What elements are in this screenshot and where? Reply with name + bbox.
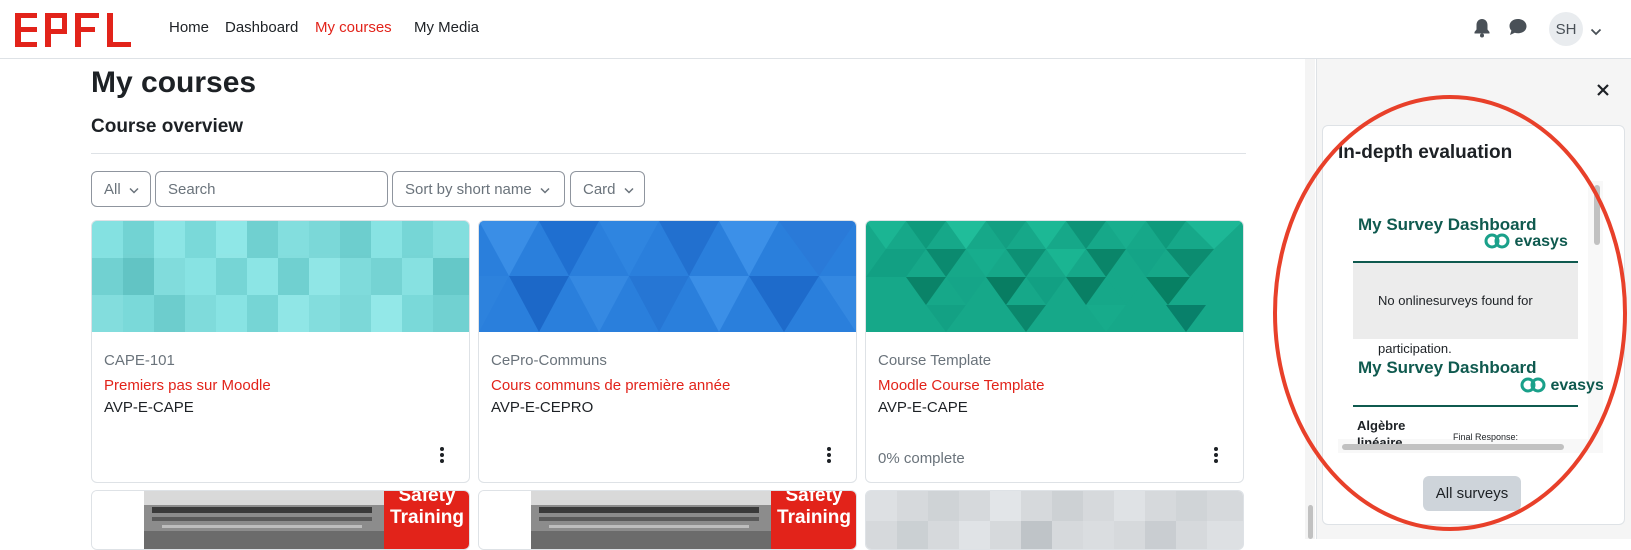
sort-dropdown-label: Sort by short name: [405, 180, 532, 198]
course-card[interactable]: Safety Training: [91, 490, 470, 550]
chevron-down-icon: [129, 181, 139, 198]
chevron-down-icon: [540, 181, 550, 198]
user-avatar[interactable]: SH: [1549, 12, 1583, 46]
block-title: In-depth evaluation: [1338, 142, 1513, 163]
course-image[interactable]: [866, 221, 1243, 332]
kebab-menu-icon[interactable]: [819, 443, 839, 467]
survey-dashboard-title: My Survey Dashboard: [1358, 215, 1537, 234]
chat-icon[interactable]: [1508, 18, 1528, 38]
course-category: AVP-E-CAPE: [104, 399, 194, 416]
top-navbar: Home Dashboard My courses My Media SH: [0, 0, 1631, 59]
user-initials: SH: [1555, 20, 1577, 38]
final-response-label: Final Response:: [1453, 432, 1519, 442]
bell-icon[interactable]: [1473, 18, 1493, 38]
page-scrollbar-thumb[interactable]: [1308, 505, 1313, 539]
badge-line-1: Safety: [398, 490, 456, 506]
view-dropdown[interactable]: Card: [570, 171, 645, 207]
course-card[interactable]: CAPE-101 Premiers pas sur Moodle AVP-E-C…: [91, 220, 470, 483]
badge-line-2: Training: [777, 507, 851, 528]
course-short-name: Course Template: [878, 352, 992, 369]
kebab-menu-icon[interactable]: [432, 443, 452, 467]
empty-message-line-1: No onlinesurveys found for: [1378, 293, 1533, 308]
sort-dropdown[interactable]: Sort by short name: [392, 171, 565, 207]
course-card[interactable]: Course Template Moodle Course Template A…: [865, 220, 1244, 483]
safety-training-badge: Safety Training: [384, 490, 469, 549]
course-progress: 0% complete: [878, 450, 965, 467]
section-title: Course overview: [91, 116, 244, 137]
course-image[interactable]: [92, 221, 469, 332]
survey-dashboard-title: My Survey Dashboard: [1358, 358, 1537, 377]
badge-line-2: Training: [390, 507, 464, 528]
page-scrollbar[interactable]: [1305, 59, 1315, 539]
course-card[interactable]: [865, 490, 1244, 550]
all-surveys-button[interactable]: All surveys: [1423, 476, 1521, 511]
nav-my-media[interactable]: My Media: [414, 19, 479, 36]
course-image[interactable]: [479, 221, 856, 332]
search-input[interactable]: [155, 171, 388, 207]
course-name-link[interactable]: Cours communs de première année: [491, 377, 730, 394]
survey-frame[interactable]: My Survey Dashboard evasys No onlinesurv…: [1338, 181, 1603, 453]
nav-home[interactable]: Home: [169, 19, 209, 36]
epfl-logo[interactable]: [15, 13, 135, 52]
survey-frame-content: My Survey Dashboard evasys No onlinesurv…: [1338, 181, 1603, 439]
evasys-brand: evasys: [1514, 233, 1568, 250]
view-dropdown-label: Card: [583, 180, 616, 198]
grouping-dropdown-label: All: [104, 180, 121, 198]
empty-message-line-2: participation.: [1378, 341, 1452, 356]
chevron-down-icon[interactable]: [1590, 23, 1602, 41]
evasys-brand: evasys: [1550, 377, 1603, 394]
course-short-name: CePro-Communs: [491, 352, 607, 369]
chevron-down-icon: [623, 181, 634, 198]
course-image[interactable]: [866, 491, 1243, 550]
safety-training-badge: Safety Training: [771, 490, 856, 549]
nav-dashboard[interactable]: Dashboard: [225, 19, 298, 36]
close-icon[interactable]: [1592, 79, 1614, 101]
frame-horizontal-scrollbar[interactable]: [1342, 444, 1564, 450]
course-category: AVP-E-CEPRO: [491, 399, 594, 416]
course-card[interactable]: CePro-Communs Cours communs de première …: [478, 220, 857, 483]
frame-vertical-scrollbar[interactable]: [1594, 185, 1600, 245]
divider: [1353, 405, 1578, 407]
badge-line-1: Safety: [785, 490, 843, 506]
grouping-dropdown[interactable]: All: [91, 171, 151, 207]
divider: [91, 153, 1246, 154]
course-short-name: CAPE-101: [104, 352, 175, 369]
survey-course-line-1: Algèbre: [1357, 418, 1406, 433]
nav-my-courses[interactable]: My courses: [315, 19, 392, 36]
course-name-link[interactable]: Premiers pas sur Moodle: [104, 377, 271, 394]
evasys-logo: evasys: [1484, 233, 1568, 251]
kebab-menu-icon[interactable]: [1206, 443, 1226, 467]
course-category: AVP-E-CAPE: [878, 399, 968, 416]
course-card[interactable]: Safety Training: [478, 490, 857, 550]
page-title: My courses: [91, 66, 257, 99]
course-name-link[interactable]: Moodle Course Template: [878, 377, 1044, 394]
evasys-logo: evasys: [1520, 377, 1603, 395]
